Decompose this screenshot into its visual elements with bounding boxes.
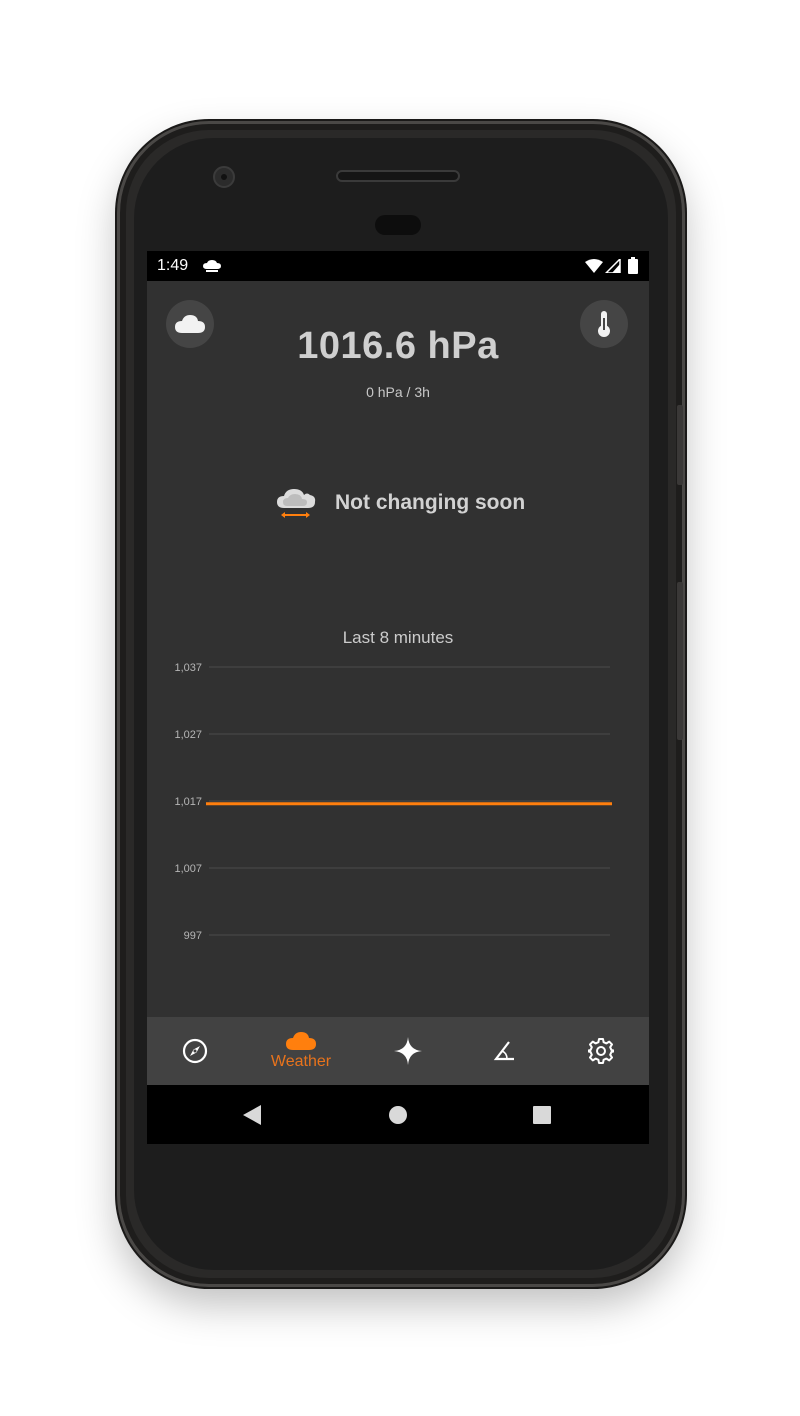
weather-prediction: Not changing soon bbox=[275, 483, 525, 523]
weather-cloud-icon bbox=[286, 1032, 316, 1050]
angle-icon bbox=[493, 1041, 514, 1061]
power-button bbox=[677, 405, 683, 485]
chart-title: Last 8 minutes bbox=[342, 628, 454, 647]
volume-button bbox=[677, 582, 683, 740]
nav-angle[interactable] bbox=[457, 1017, 553, 1085]
compass-icon bbox=[182, 1038, 208, 1064]
pressure-chart: 1,037 1,027 1,017 1,007 997 bbox=[174, 662, 612, 942]
earpiece-speaker bbox=[336, 170, 460, 182]
y-tick-label: 1,037 bbox=[174, 662, 202, 674]
battery-icon bbox=[628, 257, 638, 279]
y-tick-label: 1,007 bbox=[174, 863, 202, 875]
front-camera bbox=[213, 166, 235, 188]
y-tick-label: 1,017 bbox=[174, 796, 202, 808]
weather-notification-icon bbox=[202, 259, 222, 278]
prediction-text: Not changing soon bbox=[335, 491, 526, 514]
app-screen: 1:49 1016.6 hPa 0 hPa / 3h Not changing … bbox=[147, 251, 649, 1144]
wifi-icon bbox=[585, 259, 603, 278]
home-icon[interactable] bbox=[388, 1105, 408, 1125]
nav-astronomy[interactable] bbox=[359, 1017, 457, 1085]
nav-weather-label: Weather bbox=[270, 1053, 332, 1070]
back-icon[interactable] bbox=[243, 1105, 261, 1125]
settings-gear-icon bbox=[588, 1038, 614, 1064]
bottom-navigation: Weather bbox=[147, 1017, 649, 1085]
star-icon bbox=[394, 1037, 422, 1065]
signal-icon bbox=[604, 257, 621, 278]
proximity-sensor bbox=[375, 215, 421, 235]
pressure-change: 0 hPa / 3h bbox=[366, 384, 430, 400]
nav-settings[interactable] bbox=[553, 1017, 649, 1085]
y-tick-label: 1,027 bbox=[174, 729, 202, 741]
status-time: 1:49 bbox=[157, 257, 189, 274]
nav-weather[interactable]: Weather bbox=[251, 1017, 351, 1085]
nav-compass[interactable] bbox=[147, 1017, 243, 1085]
y-tick-label: 997 bbox=[184, 930, 202, 942]
pressure-reading: 1016.6 hPa bbox=[297, 325, 499, 367]
steady-weather-icon bbox=[277, 489, 316, 518]
status-bar: 1:49 bbox=[147, 251, 649, 281]
system-navigation-bar bbox=[147, 1085, 649, 1144]
recents-icon[interactable] bbox=[533, 1106, 551, 1124]
